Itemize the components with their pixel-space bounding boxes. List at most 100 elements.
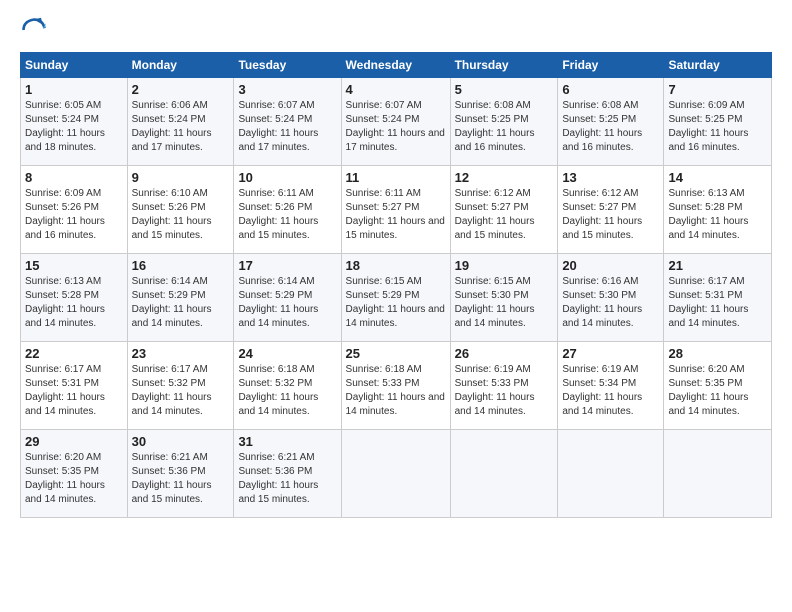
day-info: Sunrise: 6:12 AM Sunset: 5:27 PM Dayligh… bbox=[562, 187, 659, 243]
calendar-cell: 16 Sunrise: 6:14 AM Sunset: 5:29 PM Dayl… bbox=[127, 254, 234, 342]
calendar-cell: 30 Sunrise: 6:21 AM Sunset: 5:36 PM Dayl… bbox=[127, 430, 234, 518]
day-number: 8 bbox=[25, 170, 123, 185]
day-info: Sunrise: 6:17 AM Sunset: 5:31 PM Dayligh… bbox=[25, 363, 123, 419]
calendar-cell: 18 Sunrise: 6:15 AM Sunset: 5:29 PM Dayl… bbox=[341, 254, 450, 342]
day-number: 18 bbox=[346, 258, 446, 273]
day-number: 12 bbox=[455, 170, 554, 185]
weekday-header-monday: Monday bbox=[127, 53, 234, 78]
calendar-week-3: 15 Sunrise: 6:13 AM Sunset: 5:28 PM Dayl… bbox=[21, 254, 772, 342]
day-info: Sunrise: 6:20 AM Sunset: 5:35 PM Dayligh… bbox=[25, 451, 123, 507]
day-info: Sunrise: 6:20 AM Sunset: 5:35 PM Dayligh… bbox=[668, 363, 767, 419]
day-info: Sunrise: 6:18 AM Sunset: 5:33 PM Dayligh… bbox=[346, 363, 446, 419]
calendar-cell bbox=[558, 430, 664, 518]
day-info: Sunrise: 6:15 AM Sunset: 5:30 PM Dayligh… bbox=[455, 275, 554, 331]
calendar-cell: 9 Sunrise: 6:10 AM Sunset: 5:26 PM Dayli… bbox=[127, 166, 234, 254]
day-info: Sunrise: 6:07 AM Sunset: 5:24 PM Dayligh… bbox=[346, 99, 446, 155]
day-info: Sunrise: 6:21 AM Sunset: 5:36 PM Dayligh… bbox=[132, 451, 230, 507]
day-number: 17 bbox=[238, 258, 336, 273]
day-number: 28 bbox=[668, 346, 767, 361]
day-number: 21 bbox=[668, 258, 767, 273]
calendar-cell: 12 Sunrise: 6:12 AM Sunset: 5:27 PM Dayl… bbox=[450, 166, 558, 254]
calendar-cell: 25 Sunrise: 6:18 AM Sunset: 5:33 PM Dayl… bbox=[341, 342, 450, 430]
header bbox=[20, 16, 772, 44]
calendar-cell: 22 Sunrise: 6:17 AM Sunset: 5:31 PM Dayl… bbox=[21, 342, 128, 430]
day-number: 2 bbox=[132, 82, 230, 97]
calendar-cell: 23 Sunrise: 6:17 AM Sunset: 5:32 PM Dayl… bbox=[127, 342, 234, 430]
day-number: 13 bbox=[562, 170, 659, 185]
calendar-week-4: 22 Sunrise: 6:17 AM Sunset: 5:31 PM Dayl… bbox=[21, 342, 772, 430]
day-number: 19 bbox=[455, 258, 554, 273]
calendar-header-row: SundayMondayTuesdayWednesdayThursdayFrid… bbox=[21, 53, 772, 78]
day-info: Sunrise: 6:13 AM Sunset: 5:28 PM Dayligh… bbox=[668, 187, 767, 243]
day-number: 10 bbox=[238, 170, 336, 185]
calendar-cell: 14 Sunrise: 6:13 AM Sunset: 5:28 PM Dayl… bbox=[664, 166, 772, 254]
weekday-header-sunday: Sunday bbox=[21, 53, 128, 78]
calendar-cell: 5 Sunrise: 6:08 AM Sunset: 5:25 PM Dayli… bbox=[450, 78, 558, 166]
calendar-cell: 2 Sunrise: 6:06 AM Sunset: 5:24 PM Dayli… bbox=[127, 78, 234, 166]
calendar-cell: 7 Sunrise: 6:09 AM Sunset: 5:25 PM Dayli… bbox=[664, 78, 772, 166]
day-info: Sunrise: 6:07 AM Sunset: 5:24 PM Dayligh… bbox=[238, 99, 336, 155]
day-info: Sunrise: 6:08 AM Sunset: 5:25 PM Dayligh… bbox=[455, 99, 554, 155]
calendar-cell bbox=[664, 430, 772, 518]
calendar-cell: 1 Sunrise: 6:05 AM Sunset: 5:24 PM Dayli… bbox=[21, 78, 128, 166]
day-info: Sunrise: 6:06 AM Sunset: 5:24 PM Dayligh… bbox=[132, 99, 230, 155]
day-number: 3 bbox=[238, 82, 336, 97]
day-number: 7 bbox=[668, 82, 767, 97]
day-info: Sunrise: 6:15 AM Sunset: 5:29 PM Dayligh… bbox=[346, 275, 446, 331]
day-number: 5 bbox=[455, 82, 554, 97]
calendar-week-5: 29 Sunrise: 6:20 AM Sunset: 5:35 PM Dayl… bbox=[21, 430, 772, 518]
day-number: 4 bbox=[346, 82, 446, 97]
calendar-cell: 8 Sunrise: 6:09 AM Sunset: 5:26 PM Dayli… bbox=[21, 166, 128, 254]
weekday-header-wednesday: Wednesday bbox=[341, 53, 450, 78]
day-number: 31 bbox=[238, 434, 336, 449]
day-number: 15 bbox=[25, 258, 123, 273]
day-info: Sunrise: 6:11 AM Sunset: 5:27 PM Dayligh… bbox=[346, 187, 446, 243]
day-info: Sunrise: 6:08 AM Sunset: 5:25 PM Dayligh… bbox=[562, 99, 659, 155]
day-info: Sunrise: 6:09 AM Sunset: 5:26 PM Dayligh… bbox=[25, 187, 123, 243]
calendar-table: SundayMondayTuesdayWednesdayThursdayFrid… bbox=[20, 52, 772, 518]
calendar-cell: 11 Sunrise: 6:11 AM Sunset: 5:27 PM Dayl… bbox=[341, 166, 450, 254]
day-info: Sunrise: 6:13 AM Sunset: 5:28 PM Dayligh… bbox=[25, 275, 123, 331]
day-info: Sunrise: 6:18 AM Sunset: 5:32 PM Dayligh… bbox=[238, 363, 336, 419]
calendar-cell: 31 Sunrise: 6:21 AM Sunset: 5:36 PM Dayl… bbox=[234, 430, 341, 518]
day-info: Sunrise: 6:21 AM Sunset: 5:36 PM Dayligh… bbox=[238, 451, 336, 507]
day-info: Sunrise: 6:19 AM Sunset: 5:34 PM Dayligh… bbox=[562, 363, 659, 419]
day-info: Sunrise: 6:16 AM Sunset: 5:30 PM Dayligh… bbox=[562, 275, 659, 331]
day-number: 24 bbox=[238, 346, 336, 361]
calendar-cell: 15 Sunrise: 6:13 AM Sunset: 5:28 PM Dayl… bbox=[21, 254, 128, 342]
page: SundayMondayTuesdayWednesdayThursdayFrid… bbox=[0, 0, 792, 528]
calendar-week-2: 8 Sunrise: 6:09 AM Sunset: 5:26 PM Dayli… bbox=[21, 166, 772, 254]
day-info: Sunrise: 6:17 AM Sunset: 5:32 PM Dayligh… bbox=[132, 363, 230, 419]
day-info: Sunrise: 6:10 AM Sunset: 5:26 PM Dayligh… bbox=[132, 187, 230, 243]
logo-icon bbox=[20, 16, 48, 44]
weekday-header-saturday: Saturday bbox=[664, 53, 772, 78]
weekday-header-friday: Friday bbox=[558, 53, 664, 78]
calendar-cell: 13 Sunrise: 6:12 AM Sunset: 5:27 PM Dayl… bbox=[558, 166, 664, 254]
day-number: 23 bbox=[132, 346, 230, 361]
day-number: 16 bbox=[132, 258, 230, 273]
calendar-cell: 10 Sunrise: 6:11 AM Sunset: 5:26 PM Dayl… bbox=[234, 166, 341, 254]
calendar-cell: 3 Sunrise: 6:07 AM Sunset: 5:24 PM Dayli… bbox=[234, 78, 341, 166]
calendar-cell: 28 Sunrise: 6:20 AM Sunset: 5:35 PM Dayl… bbox=[664, 342, 772, 430]
weekday-header-thursday: Thursday bbox=[450, 53, 558, 78]
calendar-cell: 6 Sunrise: 6:08 AM Sunset: 5:25 PM Dayli… bbox=[558, 78, 664, 166]
calendar-cell: 21 Sunrise: 6:17 AM Sunset: 5:31 PM Dayl… bbox=[664, 254, 772, 342]
day-number: 1 bbox=[25, 82, 123, 97]
day-number: 9 bbox=[132, 170, 230, 185]
calendar-cell: 20 Sunrise: 6:16 AM Sunset: 5:30 PM Dayl… bbox=[558, 254, 664, 342]
calendar-cell bbox=[450, 430, 558, 518]
day-info: Sunrise: 6:09 AM Sunset: 5:25 PM Dayligh… bbox=[668, 99, 767, 155]
day-number: 20 bbox=[562, 258, 659, 273]
weekday-header-tuesday: Tuesday bbox=[234, 53, 341, 78]
day-info: Sunrise: 6:14 AM Sunset: 5:29 PM Dayligh… bbox=[132, 275, 230, 331]
day-number: 22 bbox=[25, 346, 123, 361]
day-number: 14 bbox=[668, 170, 767, 185]
calendar-cell: 27 Sunrise: 6:19 AM Sunset: 5:34 PM Dayl… bbox=[558, 342, 664, 430]
calendar-cell: 4 Sunrise: 6:07 AM Sunset: 5:24 PM Dayli… bbox=[341, 78, 450, 166]
calendar-cell: 19 Sunrise: 6:15 AM Sunset: 5:30 PM Dayl… bbox=[450, 254, 558, 342]
day-number: 26 bbox=[455, 346, 554, 361]
day-info: Sunrise: 6:19 AM Sunset: 5:33 PM Dayligh… bbox=[455, 363, 554, 419]
day-number: 6 bbox=[562, 82, 659, 97]
day-info: Sunrise: 6:11 AM Sunset: 5:26 PM Dayligh… bbox=[238, 187, 336, 243]
calendar-week-1: 1 Sunrise: 6:05 AM Sunset: 5:24 PM Dayli… bbox=[21, 78, 772, 166]
